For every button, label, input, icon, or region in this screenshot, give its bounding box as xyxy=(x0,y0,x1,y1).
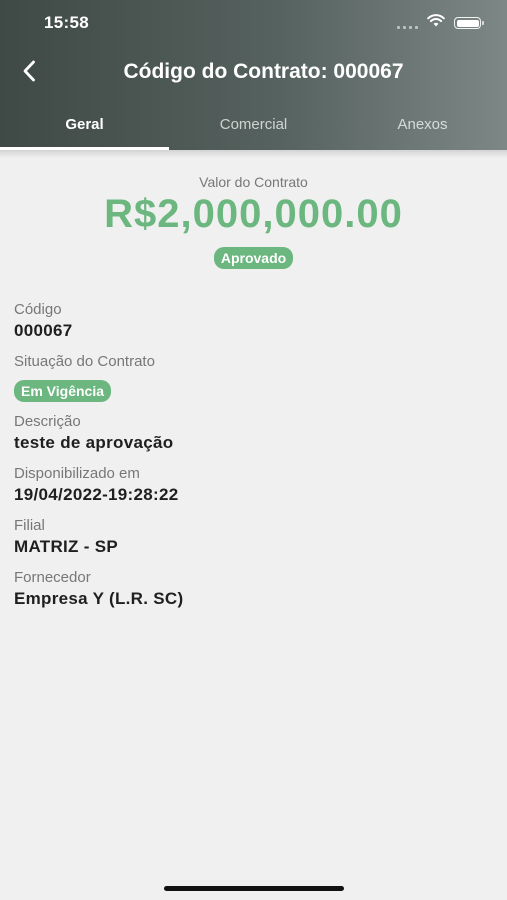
home-indicator[interactable] xyxy=(164,886,344,891)
contract-value-label: Valor do Contrato xyxy=(199,174,308,190)
field-descricao: Descrição teste de aprovação xyxy=(14,412,494,454)
back-button[interactable] xyxy=(14,58,44,88)
tab-anexos[interactable]: Anexos xyxy=(338,100,507,150)
status-time: 15:58 xyxy=(44,13,89,32)
app-header: 15:58 Código do Contrato: 000067 Geral C… xyxy=(0,0,507,150)
field-label: Fornecedor xyxy=(14,569,91,586)
field-value: MATRIZ - SP xyxy=(14,537,119,556)
nav-bar: Código do Contrato: 000067 xyxy=(0,50,507,96)
battery-icon xyxy=(454,17,484,29)
header-shadow xyxy=(0,150,507,158)
tab-geral[interactable]: Geral xyxy=(0,100,169,150)
field-value: 19/04/2022-19:28:22 xyxy=(14,485,179,504)
chevron-left-icon xyxy=(22,60,36,87)
field-label: Descrição xyxy=(14,413,81,430)
field-fornecedor: Fornecedor Empresa Y (L.R. SC) xyxy=(14,568,494,610)
contract-value-amount: R$2,000,000.00 xyxy=(104,192,403,236)
signal-icon xyxy=(397,17,418,29)
field-value: teste de aprovação xyxy=(14,433,174,452)
tab-bar: Geral Comercial Anexos xyxy=(0,100,507,150)
field-situacao: Situação do Contrato Em Vigência xyxy=(14,352,494,402)
field-value: 000067 xyxy=(14,321,73,340)
tab-comercial[interactable]: Comercial xyxy=(169,100,338,150)
status-bar: 15:58 xyxy=(0,0,507,44)
status-icons xyxy=(397,14,484,32)
field-label: Situação do Contrato xyxy=(14,353,155,370)
field-codigo: Código 000067 xyxy=(14,300,494,342)
field-label: Código xyxy=(14,301,62,318)
wifi-icon xyxy=(427,14,445,32)
contract-situation-badge: Em Vigência xyxy=(14,380,112,402)
field-filial: Filial MATRIZ - SP xyxy=(14,516,494,558)
contract-summary: Valor do Contrato R$2,000,000.00 Aprovad… xyxy=(0,170,507,269)
field-value: Empresa Y (L.R. SC) xyxy=(14,589,184,608)
contract-details: Código 000067 Situação do Contrato Em Vi… xyxy=(14,300,494,620)
field-label: Filial xyxy=(14,517,45,534)
page-title: Código do Contrato: 000067 xyxy=(123,60,404,83)
approval-status-badge: Aprovado xyxy=(213,247,294,269)
field-label: Disponibilizado em xyxy=(14,465,140,482)
field-disponibilizado: Disponibilizado em 19/04/2022-19:28:22 xyxy=(14,464,494,506)
